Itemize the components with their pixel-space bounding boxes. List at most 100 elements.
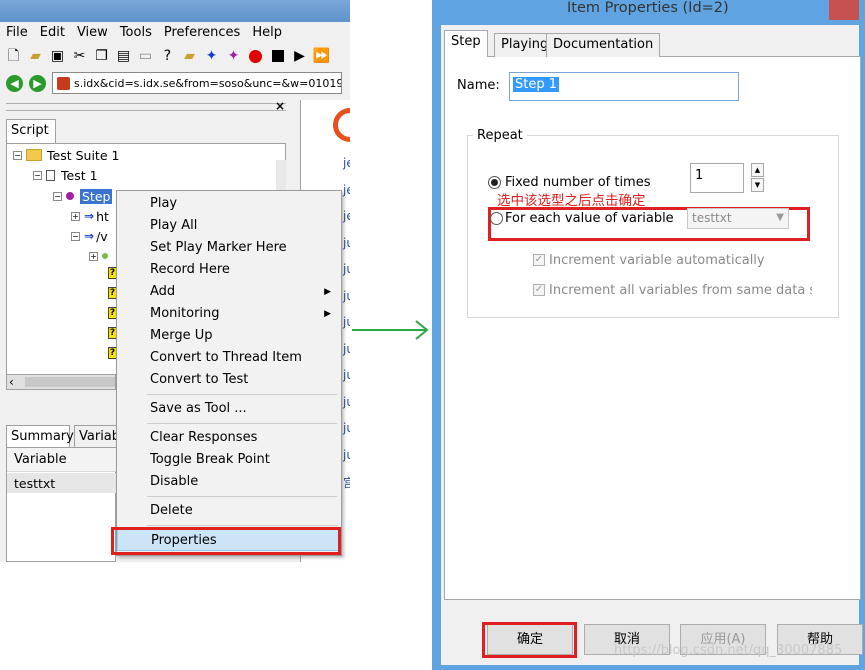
- dialog-close-button[interactable]: [829, 0, 859, 20]
- help-icon[interactable]: ?: [158, 47, 177, 66]
- add-item-icon[interactable]: ✦: [202, 47, 221, 66]
- menu-tools[interactable]: Tools: [116, 25, 156, 40]
- menu-item-play[interactable]: Play: [117, 193, 341, 215]
- menu-item-monitoring[interactable]: Monitoring ▶: [117, 303, 341, 325]
- save-icon[interactable]: ▣: [48, 47, 67, 66]
- browser-link-fragment[interactable]: je: [343, 156, 350, 170]
- menu-edit[interactable]: Edit: [36, 25, 69, 40]
- expand-icon[interactable]: +: [71, 211, 80, 221]
- browser-link-fragment[interactable]: je: [343, 183, 350, 197]
- name-input-value: Step 1: [513, 77, 560, 92]
- browser-link-fragment[interactable]: je: [343, 209, 350, 223]
- menu-item-convert-thread[interactable]: Convert to Thread Item: [117, 347, 341, 369]
- repeat-group-label: Repeat: [473, 128, 527, 143]
- browser-link-fragment[interactable]: ju: [343, 262, 350, 276]
- collapse-icon[interactable]: −: [53, 191, 62, 201]
- menu-item-disable[interactable]: Disable: [117, 471, 341, 493]
- name-input[interactable]: Step 1: [509, 72, 739, 101]
- checkbox-increment-auto[interactable]: ✓: [533, 254, 545, 266]
- browser-link-fragment[interactable]: ju: [343, 421, 350, 435]
- new-file-icon[interactable]: 🗋: [4, 47, 23, 66]
- tab-step[interactable]: Step: [444, 30, 488, 57]
- stop-icon[interactable]: [268, 47, 287, 66]
- menu-item-merge-up[interactable]: Merge Up: [117, 325, 341, 347]
- collapse-icon[interactable]: −: [71, 231, 80, 241]
- tree-item-label-selected: Step: [80, 188, 113, 204]
- radio-fixed-times-label[interactable]: Fixed number of times: [505, 175, 651, 190]
- radio-fixed-times[interactable]: [488, 176, 501, 189]
- url-text: s.idx&cid=s.idx.se&from=soso&unc=&w=0101…: [74, 76, 341, 90]
- menu-preferences[interactable]: Preferences: [160, 25, 244, 40]
- browser-link-fragment[interactable]: ju: [343, 342, 350, 356]
- checkbox-increment-same-source[interactable]: ✓: [533, 284, 545, 296]
- tab-summary[interactable]: Summary: [6, 425, 74, 447]
- cut-icon[interactable]: ✂: [70, 47, 89, 66]
- context-menu: Play Play All Set Play Marker Here Recor…: [116, 190, 342, 556]
- back-icon[interactable]: ◀: [6, 74, 23, 92]
- menu-separator: [147, 423, 337, 424]
- panel-splitter[interactable]: [6, 103, 286, 111]
- menu-item-add[interactable]: Add ▶: [117, 281, 341, 303]
- menu-file[interactable]: File: [2, 25, 32, 40]
- open-folder-icon[interactable]: ▰: [26, 47, 45, 66]
- browser-link-fragment[interactable]: 宫: [343, 474, 350, 491]
- scroll-thumb[interactable]: [25, 377, 115, 387]
- forward-icon[interactable]: ▶: [29, 74, 46, 92]
- expand-icon[interactable]: +: [89, 251, 98, 261]
- favicon-icon: [57, 76, 70, 90]
- tree-item-child[interactable]: +: [89, 247, 108, 265]
- menu-help[interactable]: Help: [248, 25, 286, 40]
- browser-link-fragment[interactable]: ju: [343, 448, 350, 462]
- tab-documentation[interactable]: Documentation: [546, 33, 661, 57]
- tree-item-test[interactable]: − Test 1: [33, 166, 98, 184]
- menu-item-set-play-marker[interactable]: Set Play Marker Here: [117, 237, 341, 259]
- table-row[interactable]: testtxt: [7, 473, 117, 493]
- menu-item-record-here[interactable]: Record Here: [117, 259, 341, 281]
- record-icon[interactable]: [246, 47, 265, 66]
- stepper-up-icon[interactable]: ▲: [751, 163, 764, 177]
- scroll-left-icon[interactable]: ‹: [9, 375, 14, 389]
- highlight-box-ok: [482, 622, 577, 658]
- new-folder-icon[interactable]: ▰: [180, 47, 199, 66]
- browser-link-fragment[interactable]: ju: [343, 236, 350, 250]
- menu-item-convert-test[interactable]: Convert to Test: [117, 369, 341, 391]
- browser-link-fragment[interactable]: ju: [343, 315, 350, 329]
- tree-item-child[interactable]: − ⇒ /v: [71, 227, 108, 245]
- add-step-icon[interactable]: ✦: [224, 47, 243, 66]
- menu-item-clear-responses[interactable]: Clear Responses: [117, 427, 341, 449]
- paste-icon[interactable]: ▤: [114, 47, 133, 66]
- stepper-down-icon[interactable]: ▼: [751, 178, 764, 192]
- collapse-icon[interactable]: −: [13, 150, 22, 160]
- radio-each-value[interactable]: [490, 212, 503, 225]
- radio-each-value-label[interactable]: For each value of variable: [505, 211, 674, 226]
- collapse-icon[interactable]: −: [33, 170, 42, 180]
- left-title-bar: [0, 0, 350, 22]
- browser-link-fragment[interactable]: ju: [343, 289, 350, 303]
- copy-icon[interactable]: ❐: [92, 47, 111, 66]
- watermark: https://blog.csdn.net/qq_30007885: [614, 643, 843, 658]
- menu-item-delete[interactable]: Delete: [117, 500, 341, 522]
- browser-link-fragment[interactable]: ju: [343, 368, 350, 382]
- play-all-icon[interactable]: ⏩: [312, 47, 331, 66]
- tree-item-step[interactable]: − Step: [53, 187, 113, 205]
- tab-script[interactable]: Script: [6, 119, 56, 143]
- times-stepper-input[interactable]: 1: [690, 163, 744, 193]
- name-label: Name:: [457, 78, 500, 93]
- tab-variables[interactable]: Variab: [74, 425, 118, 447]
- browser-link-fragment[interactable]: ju: [343, 395, 350, 409]
- menu-item-save-as-tool[interactable]: Save as Tool ...: [117, 398, 341, 420]
- column-header-variable[interactable]: Variable: [7, 448, 117, 472]
- variable-select[interactable]: testtxt ▼: [687, 208, 789, 229]
- tree-item-child[interactable]: + ⇒ ht: [71, 207, 109, 225]
- menu-view[interactable]: View: [73, 25, 112, 40]
- menu-item-toggle-breakpoint[interactable]: Toggle Break Point: [117, 449, 341, 471]
- menu-item-play-all[interactable]: Play All: [117, 215, 341, 237]
- print-icon[interactable]: ▭: [136, 47, 155, 66]
- tree-horizontal-scrollbar[interactable]: ‹: [6, 374, 116, 390]
- url-input[interactable]: s.idx&cid=s.idx.se&from=soso&unc=&w=0101…: [52, 72, 342, 94]
- panel-close-icon[interactable]: ×: [274, 100, 286, 112]
- menu-item-monitoring-label: Monitoring: [150, 306, 220, 321]
- play-icon[interactable]: ▶: [290, 47, 309, 66]
- tree-item-suite[interactable]: − Test Suite 1: [13, 146, 119, 164]
- folder-icon: [26, 149, 42, 161]
